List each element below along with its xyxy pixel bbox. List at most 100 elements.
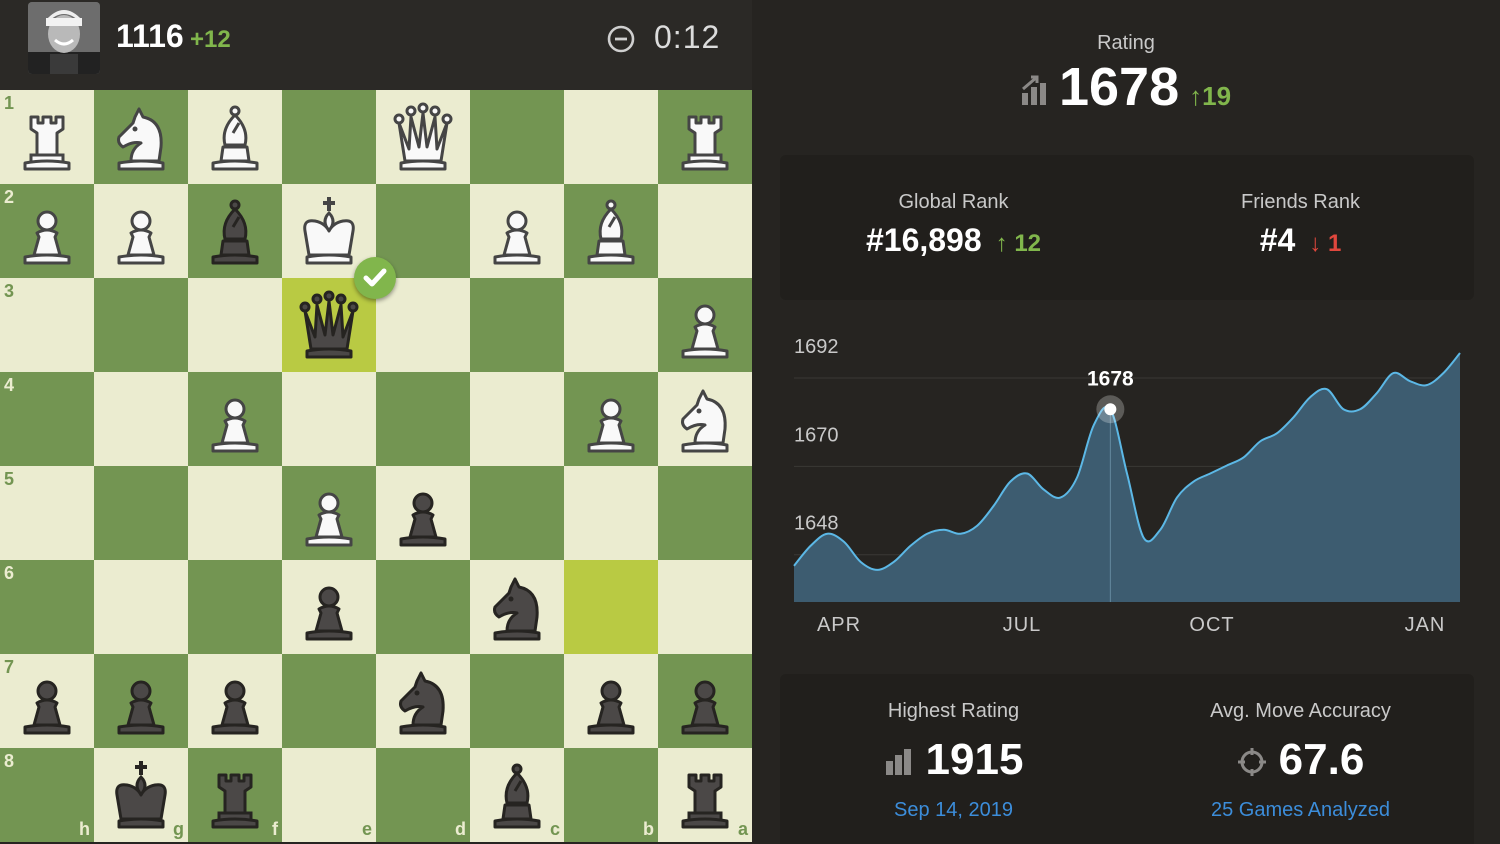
marker-value-label: 1678 bbox=[1087, 367, 1134, 390]
board-square[interactable] bbox=[94, 278, 188, 372]
friends-rank-label: Friends Rank bbox=[1241, 191, 1360, 213]
black-pawn-icon[interactable] bbox=[282, 560, 376, 654]
board-square[interactable]: 5 bbox=[0, 466, 94, 560]
board-square[interactable] bbox=[94, 560, 188, 654]
rank-label: 8 bbox=[4, 751, 15, 771]
black-bishop-icon[interactable] bbox=[188, 184, 282, 278]
board-square[interactable] bbox=[470, 90, 564, 184]
player-avatar[interactable] bbox=[28, 2, 100, 74]
black-pawn-icon[interactable] bbox=[94, 654, 188, 748]
board-square[interactable] bbox=[658, 184, 752, 278]
y-tick-label: 1648 bbox=[794, 513, 839, 535]
board-square[interactable] bbox=[188, 560, 282, 654]
board-square[interactable] bbox=[376, 560, 470, 654]
board-square[interactable] bbox=[188, 466, 282, 560]
games-analyzed-link[interactable]: 25 Games Analyzed bbox=[1127, 799, 1474, 822]
rating-trend-icon bbox=[1021, 75, 1046, 105]
board-square[interactable]: b bbox=[564, 748, 658, 842]
friends-rank[interactable]: Friends Rank #4 ↓ 1 bbox=[1127, 155, 1474, 259]
white-pawn-icon[interactable] bbox=[188, 372, 282, 466]
white-pawn-icon[interactable] bbox=[0, 184, 94, 278]
highest-rating-value: 1915 bbox=[925, 735, 1024, 784]
game-clock: 0:12 bbox=[654, 19, 721, 55]
marker-point bbox=[1104, 403, 1117, 416]
highest-rating-date-link[interactable]: Sep 14, 2019 bbox=[780, 799, 1127, 822]
accuracy-value: 67.6 bbox=[1278, 735, 1365, 784]
rating-history-chart[interactable]: 1692 1670 1648 1678 APR JUL OCT JAN bbox=[780, 320, 1474, 650]
player-rating-delta: +12 bbox=[190, 26, 231, 53]
board-square[interactable] bbox=[470, 372, 564, 466]
black-knight-icon[interactable] bbox=[376, 654, 470, 748]
black-pawn-icon[interactable] bbox=[376, 466, 470, 560]
file-label: b bbox=[643, 819, 654, 839]
x-tick-label: APR bbox=[817, 614, 861, 636]
board-square[interactable] bbox=[94, 466, 188, 560]
board-square[interactable] bbox=[94, 372, 188, 466]
black-pawn-icon[interactable] bbox=[564, 654, 658, 748]
board-square[interactable] bbox=[470, 278, 564, 372]
board-square[interactable] bbox=[658, 466, 752, 560]
board-square[interactable]: 3 bbox=[0, 278, 94, 372]
board-square[interactable] bbox=[188, 278, 282, 372]
board-square[interactable]: 8h bbox=[0, 748, 94, 842]
file-label: d bbox=[455, 819, 466, 839]
rank-label: 4 bbox=[4, 375, 15, 395]
white-pawn-icon[interactable] bbox=[658, 278, 752, 372]
rank-label: 5 bbox=[4, 469, 15, 489]
board-square[interactable] bbox=[564, 466, 658, 560]
file-label: h bbox=[79, 819, 90, 839]
arrow-down-icon: ↓ bbox=[1309, 230, 1322, 257]
chess-board[interactable]: 12345678hgfedcba bbox=[0, 90, 752, 842]
board-square[interactable] bbox=[564, 278, 658, 372]
black-bishop-icon[interactable] bbox=[470, 748, 564, 842]
white-bishop-icon[interactable] bbox=[564, 184, 658, 278]
black-knight-icon[interactable] bbox=[470, 560, 564, 654]
ranks-card: Global Rank #16,898 ↑ 12 Friends Rank #4 ↓… bbox=[780, 155, 1474, 300]
board-square[interactable] bbox=[470, 654, 564, 748]
black-pawn-icon[interactable] bbox=[188, 654, 282, 748]
white-queen-icon[interactable] bbox=[376, 90, 470, 184]
board-square[interactable]: 4 bbox=[0, 372, 94, 466]
board-square[interactable] bbox=[282, 372, 376, 466]
accuracy-label: Avg. Move Accuracy bbox=[1210, 700, 1391, 722]
game-panel: 1116 +12 0:12 12345678hgfedcba bbox=[0, 0, 752, 844]
player-bar: 1116 +12 0:12 bbox=[0, 0, 752, 90]
white-pawn-icon[interactable] bbox=[94, 184, 188, 278]
white-rook-icon[interactable] bbox=[658, 90, 752, 184]
board-square[interactable] bbox=[658, 560, 752, 654]
white-pawn-icon[interactable] bbox=[470, 184, 564, 278]
white-pawn-icon[interactable] bbox=[282, 466, 376, 560]
board-square[interactable] bbox=[470, 466, 564, 560]
board-square[interactable]: e bbox=[282, 748, 376, 842]
rating-chart-svg: 1692 1670 1648 1678 APR JUL OCT JAN bbox=[793, 336, 1461, 636]
board-square[interactable]: d bbox=[376, 748, 470, 842]
file-label: e bbox=[361, 819, 372, 839]
black-pawn-icon[interactable] bbox=[0, 654, 94, 748]
highest-rating-label: Highest Rating bbox=[887, 700, 1020, 722]
arrow-up-icon: ↑ bbox=[1189, 81, 1203, 111]
move-accuracy: Avg. Move Accuracy 67.6 25 Games Analyze… bbox=[1127, 674, 1474, 822]
arrow-up-icon: ↑ bbox=[995, 230, 1008, 257]
x-tick-label: OCT bbox=[1189, 614, 1234, 636]
y-tick-label: 1692 bbox=[794, 336, 839, 358]
rating-delta: ↑19 bbox=[1189, 81, 1232, 111]
black-king-icon[interactable] bbox=[94, 748, 188, 842]
global-rank[interactable]: Global Rank #16,898 ↑ 12 bbox=[780, 155, 1127, 259]
board-square[interactable] bbox=[564, 560, 658, 654]
black-pawn-icon[interactable] bbox=[658, 654, 752, 748]
board-square[interactable] bbox=[282, 90, 376, 184]
board-square[interactable]: 6 bbox=[0, 560, 94, 654]
black-rook-icon[interactable] bbox=[188, 748, 282, 842]
black-rook-icon[interactable] bbox=[658, 748, 752, 842]
white-knight-icon[interactable] bbox=[94, 90, 188, 184]
white-rook-icon[interactable] bbox=[0, 90, 94, 184]
board-square[interactable] bbox=[282, 654, 376, 748]
friends-rank-value: #4 bbox=[1259, 222, 1296, 258]
highlights-card: Highest Rating 1915 Sep 14, 2019 Avg. Mo… bbox=[780, 674, 1474, 844]
white-pawn-icon[interactable] bbox=[564, 372, 658, 466]
white-knight-icon[interactable] bbox=[658, 372, 752, 466]
global-rank-label: Global Rank bbox=[898, 191, 1009, 213]
white-bishop-icon[interactable] bbox=[188, 90, 282, 184]
board-square[interactable] bbox=[376, 372, 470, 466]
board-square[interactable] bbox=[564, 90, 658, 184]
